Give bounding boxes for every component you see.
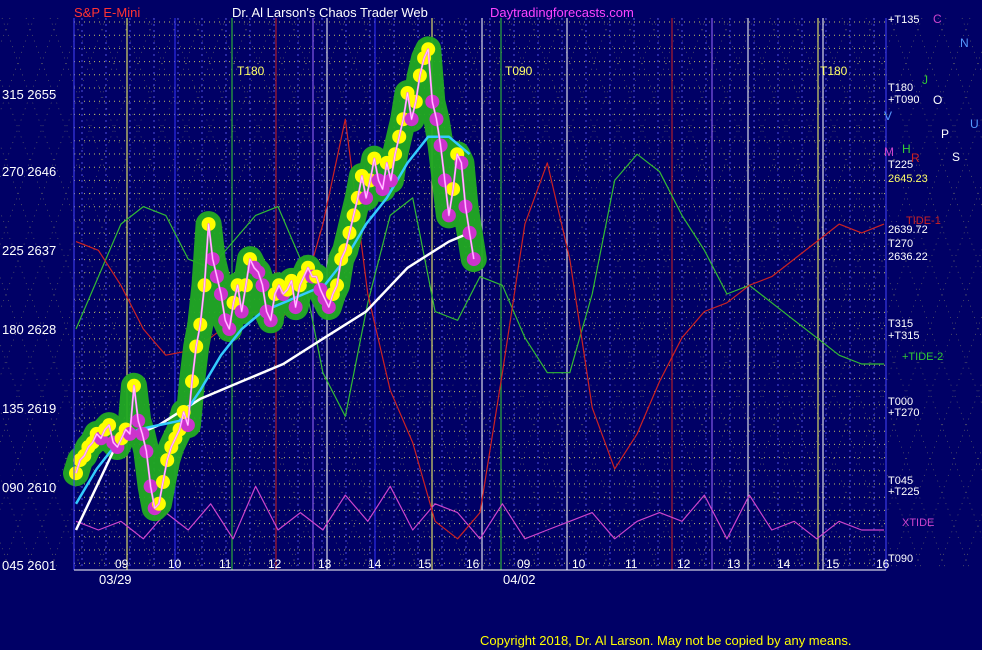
x-axis-tick-label: 11: [625, 557, 638, 571]
planet-glyph: J: [922, 73, 928, 87]
x-axis-tick-label: 12: [677, 557, 691, 571]
grid-diagonal-line: [937, 447, 982, 571]
x-axis-tick-label: 15: [418, 557, 432, 571]
symbol-title: S&P E-Mini: [74, 5, 141, 20]
x-axis-tick-label: 09: [517, 557, 531, 571]
date-label: 04/02: [503, 572, 536, 587]
level-label: T225: [888, 159, 914, 171]
level-label: XTIDE: [902, 517, 935, 529]
chart-canvas: T180 T090 T180: [0, 17, 982, 571]
level-label: 2639.72: [888, 224, 928, 236]
x-axis-tick-label: 10: [168, 557, 182, 571]
app-title: Dr. Al Larson's Chaos Trader Web: [232, 5, 428, 20]
planet-glyph: N: [960, 36, 969, 50]
grid-diagonal-line: [913, 381, 982, 571]
planet-glyph: M: [884, 145, 894, 159]
planet-glyph: V: [884, 109, 893, 123]
level-label: +T225: [888, 486, 920, 498]
y-axis-tick-label: 180 2628: [2, 322, 57, 337]
level-label: T090: [888, 553, 914, 565]
x-axis-tick-label: 12: [268, 557, 282, 571]
y-axis-tick-label: 045 2601: [2, 558, 57, 573]
copyright-notice: Copyright 2018, Dr. Al Larson. May not b…: [480, 633, 852, 648]
x-axis-tick-label: 09: [115, 557, 129, 571]
planet-glyph: P: [941, 127, 950, 141]
level-label: 2636.22: [888, 251, 928, 263]
level-label: +T270: [888, 407, 920, 419]
grid-diagonal-line: [961, 17, 982, 75]
date-label: 03/29: [99, 572, 132, 587]
x-axis-tick-label: 11: [219, 557, 232, 571]
level-label: +T135: [888, 14, 920, 26]
grid-diagonal-line: [961, 513, 982, 571]
planet-glyph: S: [952, 150, 961, 164]
x-axis-tick-label: 13: [727, 557, 741, 571]
grid-diagonal-line: [913, 17, 982, 207]
level-label: +T090: [888, 94, 920, 106]
level-label: +TIDE-2: [902, 351, 944, 363]
x-axis-tick-label: 10: [572, 557, 586, 571]
level-label: T270: [888, 238, 914, 250]
planet-glyph: H: [902, 142, 911, 156]
planet-glyph: C: [933, 12, 942, 26]
planet-glyph: R: [911, 151, 920, 165]
x-axis-tick-label: 14: [368, 557, 382, 571]
grid-diagonal-line: [937, 17, 982, 141]
inline-level-label: T090: [505, 64, 533, 78]
level-label: T180: [888, 82, 914, 94]
level-label: 2645.23: [888, 173, 928, 185]
x-axis-tick-label: 14: [777, 557, 791, 571]
y-axis-tick-label: 225 2637: [2, 243, 57, 258]
y-axis-tick-label: 090 2610: [2, 480, 57, 495]
inline-level-label: T180: [820, 64, 848, 78]
y-axis-tick-label: 270 2646: [2, 164, 57, 179]
x-axis-tick-label: 13: [318, 557, 332, 571]
y-axis-tick-label: 315 2655: [2, 87, 57, 102]
planet-glyph: O: [933, 93, 943, 107]
inline-level-label: T180: [237, 64, 265, 78]
site-link[interactable]: Daytradingforecasts.com: [490, 5, 634, 20]
planet-glyph: U: [970, 117, 979, 131]
level-label: +T315: [888, 330, 920, 342]
x-axis-tick-label: 15: [826, 557, 840, 571]
x-axis-tick-label: 16: [466, 557, 480, 571]
level-label: T315: [888, 318, 914, 330]
y-axis-tick-label: 135 2619: [2, 401, 57, 416]
